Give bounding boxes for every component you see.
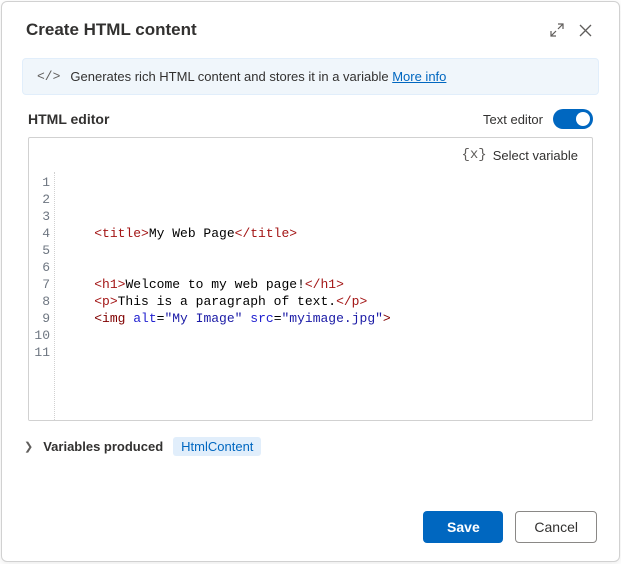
- info-text: Generates rich HTML content and stores i…: [70, 69, 446, 84]
- code-line[interactable]: [63, 259, 592, 276]
- code-line[interactable]: [63, 327, 592, 344]
- code-line[interactable]: <h1>Welcome to my web page!</h1>: [63, 276, 592, 293]
- dialog-footer: Save Cancel: [2, 493, 619, 561]
- line-number: 1: [29, 174, 50, 191]
- toggle-label: Text editor: [483, 112, 543, 127]
- more-info-link[interactable]: More info: [392, 69, 446, 84]
- line-number: 9: [29, 310, 50, 327]
- code-area[interactable]: 1234567891011 <title>My Web Page</title>…: [29, 172, 592, 420]
- line-number: 6: [29, 259, 50, 276]
- code-line[interactable]: [63, 191, 592, 208]
- variable-pill-htmlcontent[interactable]: HtmlContent: [173, 437, 261, 456]
- close-icon[interactable]: [571, 16, 599, 44]
- line-number: 7: [29, 276, 50, 293]
- line-number: 5: [29, 242, 50, 259]
- editor-header: HTML editor Text editor: [2, 109, 619, 137]
- code-line[interactable]: <p>This is a paragraph of text.</p>: [63, 293, 592, 310]
- line-number: 4: [29, 225, 50, 242]
- line-number: 8: [29, 293, 50, 310]
- line-number: 3: [29, 208, 50, 225]
- text-editor-toggle[interactable]: [553, 109, 593, 129]
- select-variable-button[interactable]: Select variable: [493, 148, 578, 163]
- code-content[interactable]: <title>My Web Page</title> <h1>Welcome t…: [55, 172, 592, 420]
- dialog-header: Create HTML content: [2, 2, 619, 58]
- dialog-create-html-content: Create HTML content </> Generates rich H…: [1, 1, 620, 562]
- variables-produced-row[interactable]: ❯ Variables produced HtmlContent: [2, 421, 619, 456]
- code-editor: {x} Select variable 1234567891011 <title…: [28, 137, 593, 421]
- code-icon: </>: [37, 69, 60, 84]
- line-number-gutter: 1234567891011: [29, 172, 55, 420]
- expand-icon[interactable]: [543, 16, 571, 44]
- line-number: 2: [29, 191, 50, 208]
- variables-produced-label: Variables produced: [43, 439, 163, 454]
- variable-icon: {x}: [462, 147, 487, 163]
- editor-label: HTML editor: [28, 111, 483, 127]
- info-bar: </> Generates rich HTML content and stor…: [22, 58, 599, 95]
- code-line[interactable]: [63, 344, 592, 361]
- code-line[interactable]: <title>My Web Page</title>: [63, 225, 592, 242]
- line-number: 10: [29, 327, 50, 344]
- editor-toolbar: {x} Select variable: [29, 138, 592, 172]
- code-line[interactable]: [63, 208, 592, 225]
- cancel-button[interactable]: Cancel: [515, 511, 597, 543]
- code-line[interactable]: [63, 242, 592, 259]
- text-editor-toggle-group: Text editor: [483, 109, 593, 129]
- save-button[interactable]: Save: [423, 511, 503, 543]
- line-number: 11: [29, 344, 50, 361]
- code-line[interactable]: [63, 174, 592, 191]
- chevron-right-icon: ❯: [24, 440, 33, 453]
- dialog-title: Create HTML content: [26, 20, 543, 40]
- code-line[interactable]: <img alt="My Image" src="myimage.jpg">: [63, 310, 592, 327]
